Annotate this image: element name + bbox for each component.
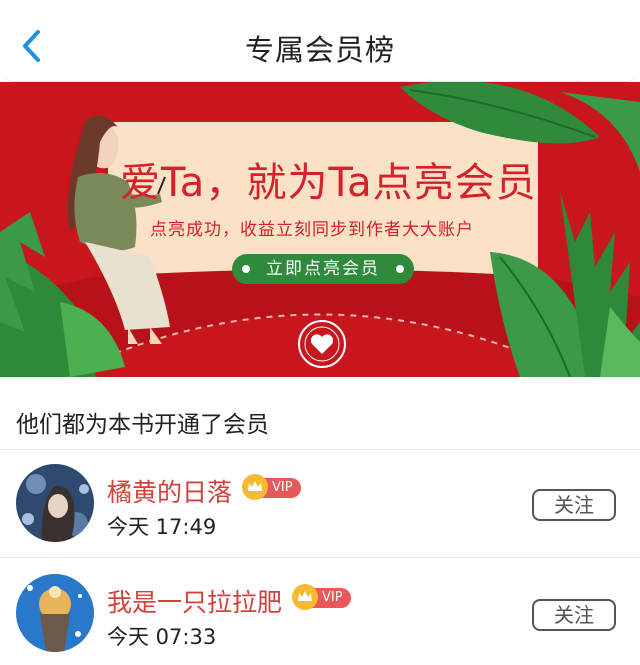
section-title: 他们都为本书开通了会员 bbox=[16, 412, 269, 438]
member-time: 今天 07:33 bbox=[107, 625, 217, 649]
promo-banner[interactable]: 爱Ta，就为Ta点亮会员 点亮成功，收益立刻同步到作者大大账户 立即点亮会员 bbox=[0, 82, 640, 377]
banner-subtitle: 点亮成功，收益立刻同步到作者大大账户 bbox=[150, 220, 474, 240]
member-time: 今天 17:49 bbox=[107, 515, 217, 539]
page-title: 专属会员榜 bbox=[244, 33, 395, 67]
follow-button[interactable]: 关注 bbox=[532, 599, 616, 631]
avatar-image bbox=[16, 574, 94, 652]
cta-label: 立即点亮会员 bbox=[266, 259, 380, 279]
crown-icon bbox=[242, 474, 268, 500]
follow-button[interactable]: 关注 bbox=[532, 489, 616, 521]
member-row[interactable]: 橘黄的日落 VIP 今天 17:49 关注 bbox=[0, 449, 640, 557]
banner-headline: 爱Ta，就为Ta点亮会员 bbox=[120, 160, 537, 206]
light-up-membership-button[interactable]: 立即点亮会员 bbox=[232, 254, 414, 284]
cta-dot-right-icon bbox=[396, 265, 404, 273]
avatar[interactable] bbox=[16, 464, 94, 542]
heart-seal-icon bbox=[298, 320, 346, 368]
member-name[interactable]: 橘黄的日落 bbox=[107, 473, 232, 509]
avatar[interactable] bbox=[16, 574, 94, 652]
avatar-image bbox=[16, 464, 94, 542]
nav-header: 专属会员榜 bbox=[0, 0, 640, 82]
member-row[interactable]: 我是一只拉拉肥 VIP 今天 07:33 关注 bbox=[0, 557, 640, 665]
member-name[interactable]: 我是一只拉拉肥 bbox=[107, 583, 282, 619]
crown-icon bbox=[292, 584, 318, 610]
cta-dot-left-icon bbox=[242, 265, 250, 273]
